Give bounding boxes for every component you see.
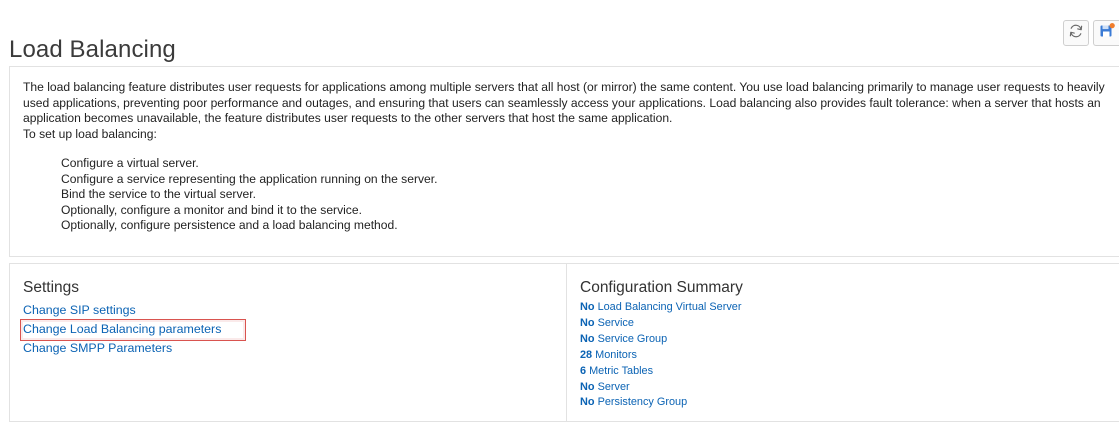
page-title: Load Balancing [9,36,176,64]
settings-summary-panel: Settings Change SIP settings Change Load… [9,263,1119,422]
change-load-balancing-parameters-link[interactable]: Change Load Balancing parameters [19,318,247,341]
setup-step: Bind the service to the virtual server. [61,187,256,201]
summary-label: Server [597,380,630,393]
configuration-summary-heading: Configuration Summary [580,279,743,296]
setup-steps-list: Configure a virtual server. Configure a … [23,156,1119,234]
summary-count: No [580,396,595,409]
summary-list: No Load Balancing Virtual Server No Serv… [580,300,1119,411]
summary-count: No [580,380,595,393]
change-sip-settings-link[interactable]: Change SIP settings [23,303,136,319]
description-panel: The load balancing feature distributes u… [9,66,1119,257]
page-toolbar [1063,20,1119,46]
setup-step: Optionally, configure a monitor and bind… [61,202,362,217]
summary-label: Monitors [595,348,637,361]
summary-count: 28 [580,348,593,361]
summary-label: Load Balancing Virtual Server [597,301,742,313]
summary-label: Service [597,316,634,329]
summary-item-service[interactable]: No Service [580,316,634,332]
setup-step: Configure a service representing the app… [61,171,438,186]
settings-section: Settings Change SIP settings Change Load… [10,264,567,421]
summary-item-lb-virtual-server[interactable]: No Load Balancing Virtual Server [580,300,741,316]
settings-heading: Settings [23,279,80,296]
summary-label: Service Group [597,332,668,345]
summary-count: 6 [580,364,587,377]
description-paragraph: The load balancing feature distributes u… [23,80,1105,125]
summary-count: No [580,316,595,329]
summary-item-monitors[interactable]: 28 Monitors [580,348,637,364]
summary-count: No [580,301,595,313]
setup-step: Configure a virtual server. [61,156,199,170]
change-smpp-parameters-link[interactable]: Change SMPP Parameters [23,341,172,357]
summary-item-metric-tables[interactable]: 6 Metric Tables [580,364,653,380]
refresh-button[interactable] [1063,20,1089,46]
summary-item-service-group[interactable]: No Service Group [580,332,667,348]
setup-step: Optionally, configure persistence and a … [61,218,398,232]
summary-count: No [580,332,595,345]
summary-label: Metric Tables [589,364,654,377]
save-icon [1098,22,1116,45]
configuration-summary-section: Configuration Summary No Load Balancing … [567,264,1119,421]
refresh-icon [1068,23,1084,44]
summary-item-server[interactable]: No Server [580,380,630,396]
summary-item-persistency-group[interactable]: No Persistency Group [580,395,687,411]
save-config-button[interactable] [1093,20,1119,46]
summary-label: Persistency Group [597,396,688,409]
setup-intro: To set up load balancing: [23,126,157,141]
